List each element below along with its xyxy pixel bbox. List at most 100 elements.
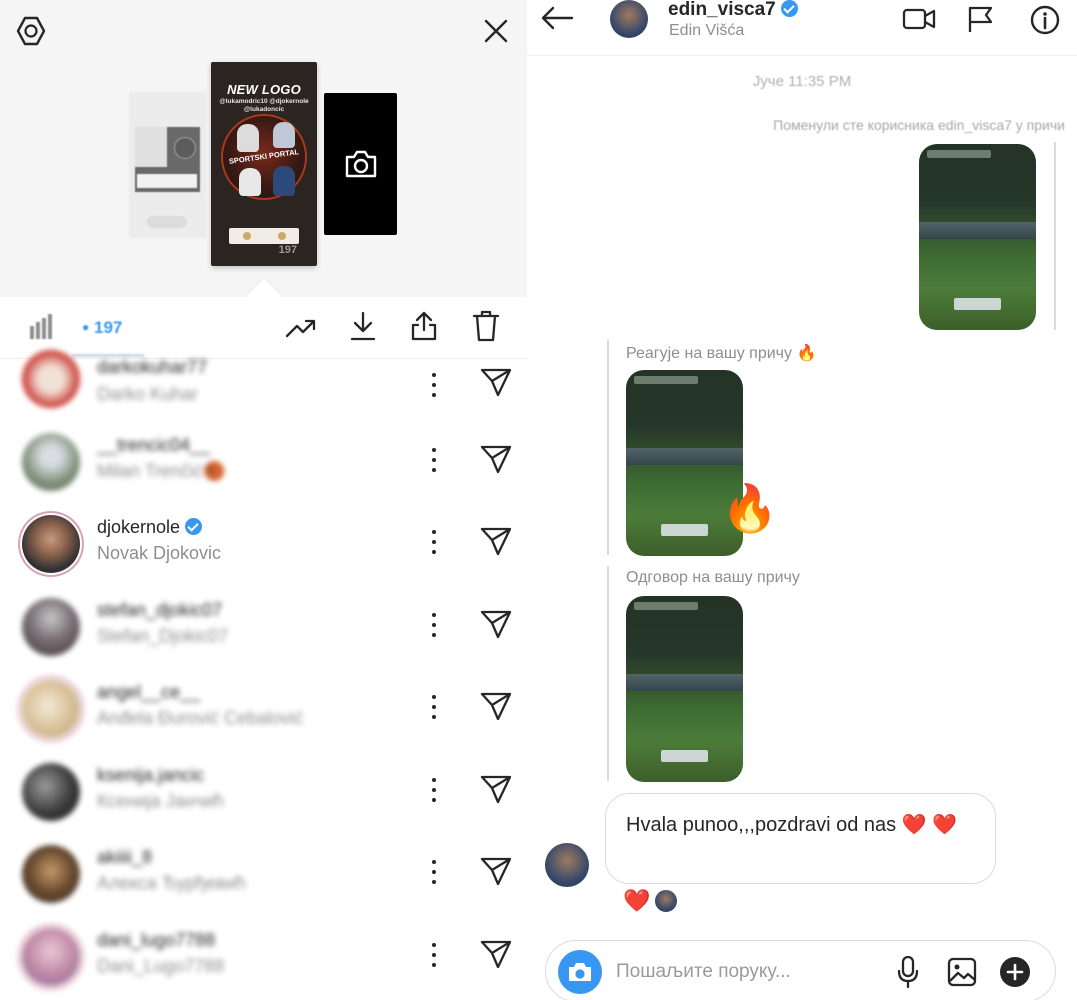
previous-story-thumbnail[interactable]: [129, 92, 206, 238]
video-call-icon[interactable]: [899, 2, 939, 36]
avatar[interactable]: [22, 763, 80, 821]
viewers-count[interactable]: ● 197: [82, 318, 122, 338]
camera-icon: [345, 150, 376, 178]
story-sticker: 197: [229, 228, 299, 256]
avatar[interactable]: [22, 350, 80, 408]
download-icon[interactable]: [346, 309, 380, 343]
avatar[interactable]: [22, 515, 80, 573]
camera-icon: [569, 963, 591, 981]
flag-icon[interactable]: [962, 2, 998, 36]
viewer-row[interactable]: darkokuhar77 Darko Kuhar: [0, 340, 527, 422]
avatar[interactable]: [22, 598, 80, 656]
verified-badge-icon: [780, 0, 798, 17]
more-options-icon[interactable]: [424, 692, 444, 722]
avatar[interactable]: [22, 433, 80, 491]
send-icon[interactable]: [478, 936, 514, 972]
close-icon[interactable]: [480, 15, 512, 47]
mention-label: Поменули сте корисника edin_visca7 у при…: [773, 117, 1065, 133]
story-circle-graphic: SPORTSKI PORTAL: [221, 114, 307, 200]
avatar[interactable]: [610, 0, 648, 38]
trash-icon[interactable]: [469, 309, 503, 343]
share-icon[interactable]: [407, 309, 441, 343]
gallery-icon[interactable]: [944, 954, 980, 990]
viewer-full-name: Stefan_Djokic07: [97, 626, 229, 646]
direct-message-thread: edin_visca7 Edin Višća Јуче 11:35 PM Пом…: [527, 0, 1077, 1000]
viewer-row[interactable]: ksenija.jancic Ксенија Јанчић: [0, 753, 527, 835]
more-options-icon[interactable]: [424, 940, 444, 970]
story-preview-area: NEW LOGO @lukamodric10 @djokernole @luka…: [0, 0, 527, 297]
viewer-full-name: Darko Kuhar: [97, 384, 199, 404]
viewer-username[interactable]: darkokuhar77: [97, 357, 207, 378]
message-reactions[interactable]: ❤️: [623, 888, 680, 914]
avatar[interactable]: [22, 845, 80, 903]
send-icon[interactable]: [478, 771, 514, 807]
story-reaction-label: Реагује на вашу причу 🔥: [626, 345, 817, 362]
viewer-row[interactable]: akiiii_8 Алекса Ђурђевић: [0, 835, 527, 917]
message-timestamp: Јуче 11:35 PM: [752, 73, 852, 90]
eye-icon: ●: [82, 320, 90, 334]
camera-button[interactable]: [558, 950, 602, 994]
more-options-icon[interactable]: [424, 610, 444, 640]
fire-reaction-icon: 🔥: [721, 482, 779, 534]
verified-badge-icon: [185, 518, 203, 535]
reply-divider: [607, 566, 609, 781]
dm-username-text: edin_visca7: [668, 0, 776, 20]
viewer-full-name: Novak Djokovic: [97, 543, 222, 563]
settings-icon[interactable]: [14, 14, 48, 48]
send-icon[interactable]: [478, 688, 514, 724]
info-icon[interactable]: [1027, 2, 1063, 38]
more-options-icon[interactable]: [424, 775, 444, 805]
dm-username[interactable]: edin_visca7: [668, 0, 798, 21]
viewer-username[interactable]: __trencic04__: [97, 435, 210, 456]
viewer-full-name: Ксенија Јанчић: [97, 791, 224, 811]
viewer-row[interactable]: stefan_djokic07 Stefan_Djokic07: [0, 588, 527, 670]
avatar[interactable]: [22, 680, 80, 738]
viewer-row[interactable]: djokernole Novak Djokovic: [0, 505, 527, 587]
bar-chart-icon[interactable]: [26, 311, 58, 343]
reaction-divider: [607, 340, 609, 555]
viewer-full-name: Anđela Đurović Cebalović: [97, 708, 304, 728]
microphone-icon[interactable]: [891, 954, 925, 990]
story-reply-label: Одговор на вашу причу: [626, 569, 800, 586]
sender-avatar[interactable]: [545, 843, 589, 887]
message-composer: [545, 940, 1056, 1000]
back-arrow-icon[interactable]: [537, 2, 577, 34]
viewer-row[interactable]: dani_lugo7788 Dani_Lugo7788: [0, 918, 527, 1000]
message-text: Hvala punoo,,,pozdravi od nas ❤️ ❤️: [626, 814, 958, 836]
story-view-count: 197: [278, 244, 297, 256]
message-input[interactable]: [616, 961, 876, 983]
mention-divider: [1054, 142, 1056, 330]
message-bubble[interactable]: Hvala punoo,,,pozdravi od nas ❤️ ❤️: [605, 793, 996, 884]
more-options-icon[interactable]: [424, 445, 444, 475]
add-story-thumbnail[interactable]: [324, 93, 397, 235]
viewer-username[interactable]: dani_lugo7788: [97, 930, 215, 951]
more-options-icon[interactable]: [424, 857, 444, 887]
reactor-avatar: [653, 888, 680, 914]
replied-story-image[interactable]: [626, 596, 743, 782]
story-title: NEW LOGO: [227, 82, 301, 97]
current-story-thumbnail[interactable]: NEW LOGO @lukamodric10 @djokernole @luka…: [211, 62, 317, 266]
mentioned-story-image[interactable]: [919, 144, 1036, 330]
viewer-row[interactable]: __trencic04__ Milan Trenčić🏀: [0, 423, 527, 505]
story-mentions: @lukamodric10 @djokernole @lukadoncic: [219, 98, 309, 113]
send-icon[interactable]: [478, 441, 514, 477]
send-icon[interactable]: [478, 523, 514, 559]
viewer-username[interactable]: akiiii_8: [97, 847, 152, 868]
add-icon[interactable]: [997, 954, 1033, 990]
viewer-username[interactable]: angel__ce__: [97, 682, 200, 703]
send-icon[interactable]: [478, 853, 514, 889]
viewer-full-name: Dani_Lugo7788: [97, 956, 225, 976]
more-options-icon[interactable]: [424, 370, 444, 400]
viewers-count-value: 197: [93, 318, 123, 337]
viewer-username[interactable]: djokernole: [97, 517, 203, 538]
send-icon[interactable]: [478, 364, 514, 400]
more-options-icon[interactable]: [424, 527, 444, 557]
dm-header: edin_visca7 Edin Višća: [527, 0, 1077, 56]
viewer-row[interactable]: angel__ce__ Anđela Đurović Cebalović: [0, 670, 527, 752]
viewer-username[interactable]: ksenija.jancic: [97, 765, 204, 786]
avatar[interactable]: [22, 928, 80, 986]
send-icon[interactable]: [478, 606, 514, 642]
viewer-username-text: djokernole: [97, 517, 181, 537]
viewer-username[interactable]: stefan_djokic07: [97, 600, 222, 621]
story-viewers-panel: NEW LOGO @lukamodric10 @djokernole @luka…: [0, 0, 527, 1000]
